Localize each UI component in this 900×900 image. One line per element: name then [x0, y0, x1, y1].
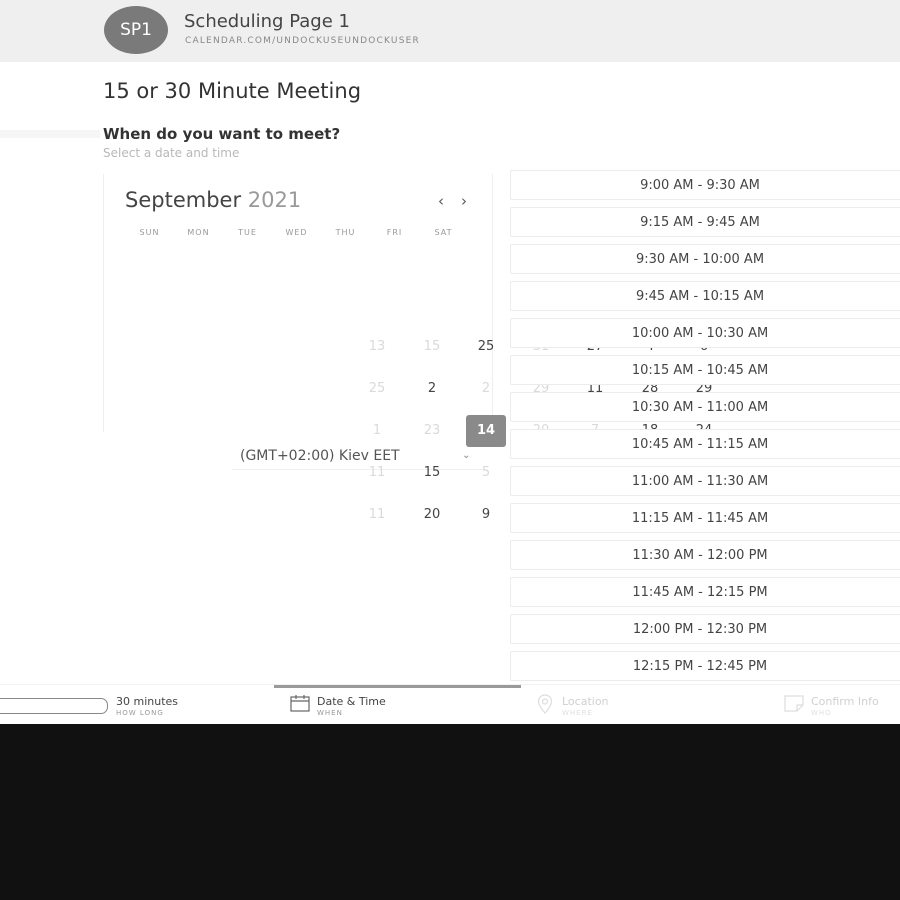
weekday-header: SAT	[434, 228, 453, 237]
scheduling-page-url[interactable]: CALENDAR.COM/UNDOCKUSEUNDOCKUSER	[185, 36, 420, 46]
clock-icon	[0, 698, 108, 714]
calendar-day[interactable]: 2	[412, 373, 452, 405]
next-month-button[interactable]: ›	[461, 192, 467, 210]
chevron-left-icon: ‹	[438, 192, 444, 210]
time-slot-label: 11:00 AM - 11:30 AM	[631, 473, 769, 489]
calendar-day[interactable]: 13	[357, 331, 397, 363]
scheduling-page-title: Scheduling Page 1	[184, 11, 350, 32]
time-slot-label: 10:30 AM - 11:00 AM	[631, 399, 769, 415]
active-step-indicator	[274, 685, 521, 688]
step-location-label[interactable]: Location	[562, 695, 609, 708]
step-confirm-sub: WHO	[811, 709, 832, 717]
location-pin-icon	[537, 694, 553, 714]
time-slot[interactable]: 11:15 AM - 11:45 AM	[510, 503, 900, 533]
calendar-day[interactable]: 2	[466, 373, 506, 405]
calendar-day[interactable]: 15	[412, 331, 452, 363]
calendar-day[interactable]: 9	[466, 499, 506, 531]
calendar-day[interactable]: 23	[412, 415, 452, 447]
time-slot[interactable]: 9:45 AM - 10:15 AM	[510, 281, 900, 311]
time-slot[interactable]: 11:00 AM - 11:30 AM	[510, 466, 900, 496]
calendar-day[interactable]: 20	[412, 499, 452, 531]
time-slot-label: 10:15 AM - 10:45 AM	[631, 362, 769, 378]
step-date-time-sub: WHEN	[317, 709, 343, 717]
step-confirm-label[interactable]: Confirm Info	[811, 695, 879, 708]
step-date-time-label[interactable]: Date & Time	[317, 695, 386, 708]
avatar: SP1	[104, 6, 168, 54]
time-slot[interactable]: 10:15 AM - 10:45 AM	[510, 355, 900, 385]
step-duration-label[interactable]: 30 minutes	[116, 695, 178, 708]
left-edge-shade	[0, 130, 100, 138]
time-slot[interactable]: 12:00 PM - 12:30 PM	[510, 614, 900, 644]
time-slot-label: 11:15 AM - 11:45 AM	[631, 510, 769, 526]
time-slot-label: 11:30 AM - 12:00 PM	[632, 547, 768, 563]
weekday-header: MON	[187, 228, 210, 237]
year-name: 2021	[247, 188, 302, 212]
page-header: SP1 Scheduling Page 1 CALENDAR.COM/UNDOC…	[0, 0, 900, 62]
step-duration-sub: HOW LONG	[116, 709, 164, 717]
calendar-day[interactable]: 14	[466, 415, 506, 447]
note-icon	[784, 695, 804, 712]
time-slot[interactable]: 11:30 AM - 12:00 PM	[510, 540, 900, 570]
time-slot[interactable]: 12:15 PM - 12:45 PM	[510, 651, 900, 681]
month-name: September	[125, 188, 242, 212]
calendar-day[interactable]: 1	[357, 415, 397, 447]
section-heading: When do you want to meet?	[103, 125, 341, 143]
time-slot[interactable]: 11:45 AM - 12:15 PM	[510, 577, 900, 607]
calendar-month-label: September 2021	[125, 188, 301, 212]
section-subtitle: Select a date and time	[103, 146, 240, 160]
time-slot[interactable]: 10:00 AM - 10:30 AM	[510, 318, 900, 348]
time-slot-label: 11:45 AM - 12:15 PM	[632, 584, 768, 600]
weekday-header: SUN	[139, 228, 160, 237]
time-slot-label: 9:45 AM - 10:15 AM	[635, 288, 765, 304]
time-slot[interactable]: 10:30 AM - 11:00 AM	[510, 392, 900, 422]
time-slot[interactable]: 9:30 AM - 10:00 AM	[510, 244, 900, 274]
time-slot-label: 9:15 AM - 9:45 AM	[640, 214, 760, 230]
calendar-day[interactable]: 5	[466, 457, 506, 489]
calendar-icon	[290, 695, 310, 712]
time-slot-label: 12:00 PM - 12:30 PM	[632, 621, 768, 637]
time-slot-label: 9:00 AM - 9:30 AM	[640, 177, 760, 193]
time-slot[interactable]: 9:15 AM - 9:45 AM	[510, 207, 900, 237]
time-slot-label: 10:00 AM - 10:30 AM	[631, 325, 769, 341]
calendar-day[interactable]: 15	[412, 457, 452, 489]
weekday-header: TUE	[238, 228, 257, 237]
step-location-sub: WHERE	[562, 709, 593, 717]
time-slot-label: 10:45 AM - 11:15 AM	[631, 436, 769, 452]
chevron-right-icon: ›	[461, 192, 467, 210]
time-slot[interactable]: 9:00 AM - 9:30 AM	[510, 170, 900, 200]
weekday-header: WED	[285, 228, 308, 237]
time-slot-label: 12:15 PM - 12:45 PM	[632, 658, 768, 674]
prev-month-button[interactable]: ‹	[438, 192, 444, 210]
time-slot[interactable]: 10:45 AM - 11:15 AM	[510, 429, 900, 459]
booking-page: SP1 Scheduling Page 1 CALENDAR.COM/UNDOC…	[0, 0, 900, 724]
meeting-title: 15 or 30 Minute Meeting	[103, 79, 362, 103]
calendar-day[interactable]: 25	[357, 373, 397, 405]
step-progress-bar: 30 minutes HOW LONG Date & Time WHEN Loc…	[0, 684, 900, 724]
calendar-day[interactable]: 25	[466, 331, 506, 363]
weekday-header: FRI	[386, 228, 403, 237]
calendar-day[interactable]: 11	[357, 499, 397, 531]
weekday-header: THU	[335, 228, 356, 237]
calendar-day[interactable]: 11	[357, 457, 397, 489]
time-slot-label: 9:30 AM - 10:00 AM	[635, 251, 765, 267]
